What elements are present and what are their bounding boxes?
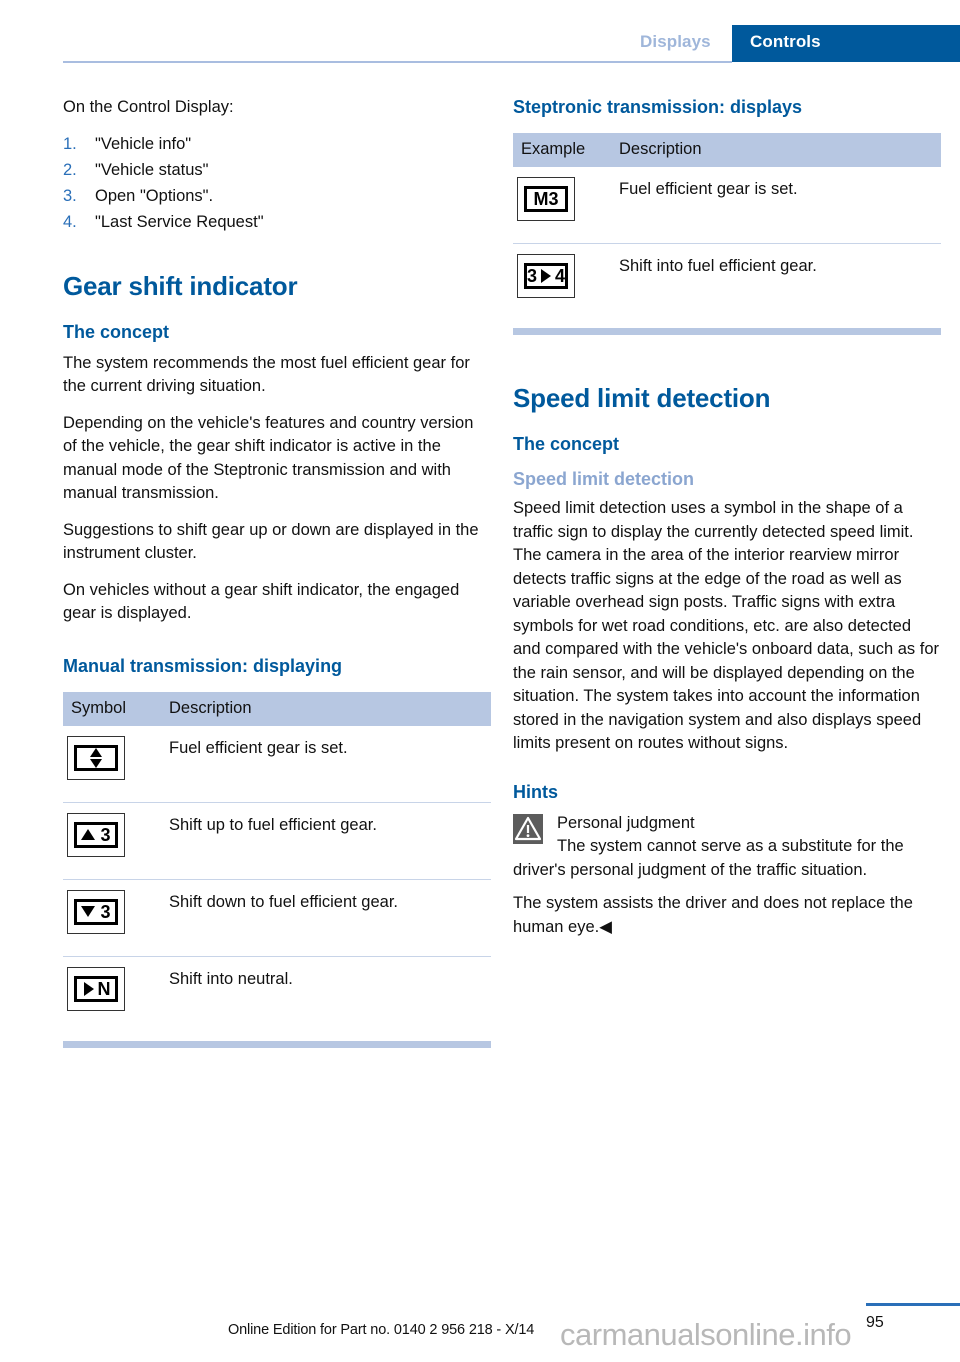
hint-closing-paragraph: The system assists the driver and does n… xyxy=(513,894,913,936)
concept-paragraph-4: On vehicles without a gear shift indicat… xyxy=(63,580,460,623)
hint-title: Personal judgment xyxy=(557,813,695,832)
concept-paragraph-1: The system recommends the most fuel effi… xyxy=(63,353,470,396)
column-header-example: Example xyxy=(513,133,611,167)
page-header: Displays Controls xyxy=(0,0,960,63)
gear-3-to-4-icon: 3 4 xyxy=(517,254,575,298)
symbol-cell: N xyxy=(63,956,161,1033)
heading-the-concept: The concept xyxy=(63,321,170,342)
list-item: 4. "Last Service Request" xyxy=(63,209,491,235)
intro-text: On the Control Display: xyxy=(63,98,234,116)
description-cell: Shift down to fuel efficient gear. xyxy=(161,879,491,957)
step-label: "Last Service Request" xyxy=(95,212,264,231)
step-label: "Vehicle info" xyxy=(95,134,192,153)
page-title-speed-limit-detection: Speed limit detection xyxy=(513,383,771,413)
gear-m3-icon: M3 xyxy=(517,177,575,221)
table-header-row: Symbol Description xyxy=(63,691,491,726)
symbol-cell: 3 xyxy=(63,879,161,957)
steps-list: 1. "Vehicle info" 2. "Vehicle status" 3.… xyxy=(63,131,491,235)
list-item: 1. "Vehicle info" xyxy=(63,131,491,157)
shift-neutral-icon: N xyxy=(67,966,125,1011)
step-number: 3. xyxy=(63,186,77,205)
page-title-gear-shift-indicator: Gear shift indicator xyxy=(63,270,298,301)
table-row: N Shift into neutral. xyxy=(63,956,491,1033)
list-item: 2. "Vehicle status" xyxy=(63,157,491,183)
gear-m3-label: M3 xyxy=(533,189,559,209)
left-column: On the Control Display: 1. "Vehicle info… xyxy=(63,96,491,1048)
shift-up-gear-3-icon: 3 xyxy=(67,812,125,857)
header-divider xyxy=(63,61,732,63)
list-item: 3. Open "Options". xyxy=(63,183,491,209)
right-column: Steptronic transmission: displays Exampl… xyxy=(513,96,941,952)
concept-paragraph-3: Suggestions to shift gear up or down are… xyxy=(63,520,479,563)
tab-displays[interactable]: Displays xyxy=(640,32,711,52)
symbol-cell xyxy=(63,725,161,803)
column-header-description: Description xyxy=(161,691,491,726)
table-row: M3 Fuel efficient gear is set. xyxy=(513,167,941,244)
column-header-description: Description xyxy=(611,133,941,167)
description-cell: Shift into fuel efficient gear. xyxy=(619,257,817,275)
updown-arrow-glyph xyxy=(89,747,103,768)
gear-number-label: 3 xyxy=(100,901,111,922)
arrow-up-glyph xyxy=(81,829,96,840)
footer-edition-note: Online Edition for Part no. 0140 2 956 2… xyxy=(228,1322,535,1338)
heading-the-concept: The concept xyxy=(513,434,620,454)
manual-transmission-table: Symbol Description Fuel efficient gear i… xyxy=(63,691,491,1033)
table-bottom-bar xyxy=(513,328,941,335)
hint-warning-block: Personal judgment The system cannot serv… xyxy=(513,812,941,883)
tab-controls[interactable]: Controls xyxy=(732,25,960,62)
gear-from-label: 3 xyxy=(526,266,537,286)
arrow-right-glyph xyxy=(541,269,551,283)
hint-body-wrapper: The system cannot serve as a substitute … xyxy=(513,835,941,882)
subheading-speed-limit-detection: Speed limit detection xyxy=(513,469,695,489)
table-row: 3 Shift down to fuel efficient gear. xyxy=(63,879,491,957)
tab-controls-label: Controls xyxy=(750,32,821,51)
concept-paragraph-2: Depending on the vehicle's features and … xyxy=(63,413,474,503)
neutral-letter-label: N xyxy=(97,978,111,999)
table-bottom-bar xyxy=(63,1040,491,1048)
watermark: carmanualsonline.info xyxy=(560,1317,852,1352)
step-label: Open "Options". xyxy=(95,186,214,205)
table-row: Fuel efficient gear is set. xyxy=(63,725,491,803)
step-number: 4. xyxy=(63,212,77,231)
description-cell: Shift into neutral. xyxy=(169,969,293,988)
description-cell: Fuel efficient gear is set. xyxy=(161,725,491,803)
heading-steptronic-transmission-displays: Steptronic transmission: displays xyxy=(513,97,803,117)
example-cell: 3 4 xyxy=(513,244,611,321)
description-cell: Shift up to fuel efficient gear. xyxy=(161,802,491,880)
table-row: 3 4 Shift into fuel efficient gear. xyxy=(513,244,941,321)
table-row: 3 Shift up to fuel efficient gear. xyxy=(63,802,491,880)
symbol-cell: 3 xyxy=(63,802,161,880)
column-header-symbol: Symbol xyxy=(63,691,161,726)
description-cell: Fuel efficient gear is set. xyxy=(611,167,941,244)
steptronic-transmission-table: Example Description M3 Fuel efficient ge… xyxy=(513,133,941,320)
page-number: 95 xyxy=(866,1314,884,1331)
updown-arrows-icon xyxy=(67,735,125,780)
arrow-down-glyph xyxy=(81,906,96,917)
gear-number-label: 3 xyxy=(100,824,111,845)
heading-manual-transmission-displaying: Manual transmission: displaying xyxy=(63,655,343,676)
step-label: "Vehicle status" xyxy=(95,160,209,179)
shift-down-gear-3-icon: 3 xyxy=(67,889,125,934)
step-number: 2. xyxy=(63,160,77,179)
page-number-rule xyxy=(866,1303,960,1306)
table-header-row: Example Description xyxy=(513,133,941,167)
step-number: 1. xyxy=(63,134,77,153)
arrow-right-glyph xyxy=(83,981,94,996)
warning-triangle-icon xyxy=(513,813,543,844)
example-cell: M3 xyxy=(513,167,611,244)
heading-hints: Hints xyxy=(513,781,558,802)
hint-body: The system cannot serve as a substitute … xyxy=(513,837,904,879)
gear-to-label: 4 xyxy=(555,266,566,286)
speed-limit-paragraph: Speed limit detection uses a symbol in t… xyxy=(513,499,939,752)
